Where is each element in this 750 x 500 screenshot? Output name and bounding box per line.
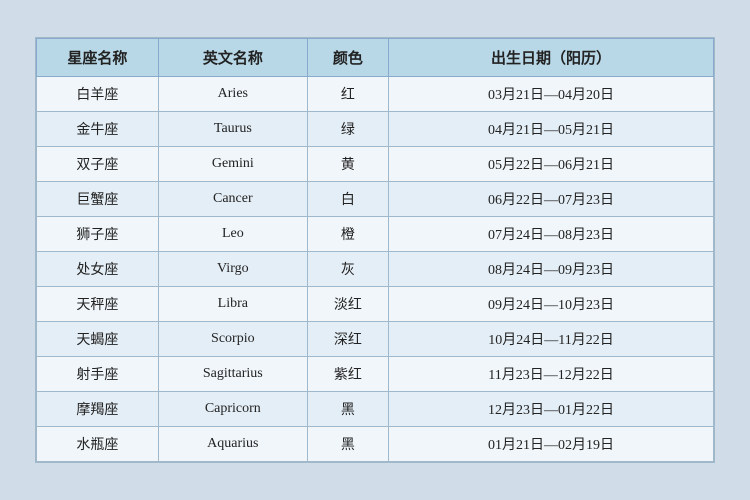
table-row: 水瓶座Aquarius黑01月21日—02月19日 — [37, 427, 714, 462]
cell-en-name: Aries — [158, 77, 307, 112]
cell-date: 08月24日—09月23日 — [389, 252, 714, 287]
cell-cn-name: 天秤座 — [37, 287, 159, 322]
cell-cn-name: 白羊座 — [37, 77, 159, 112]
cell-color: 黄 — [307, 147, 388, 182]
table-row: 天蝎座Scorpio深红10月24日—11月22日 — [37, 322, 714, 357]
cell-cn-name: 天蝎座 — [37, 322, 159, 357]
cell-color: 橙 — [307, 217, 388, 252]
cell-cn-name: 摩羯座 — [37, 392, 159, 427]
cell-color: 绿 — [307, 112, 388, 147]
cell-color: 黑 — [307, 427, 388, 462]
table-row: 白羊座Aries红03月21日—04月20日 — [37, 77, 714, 112]
header-en-name: 英文名称 — [158, 39, 307, 77]
cell-cn-name: 狮子座 — [37, 217, 159, 252]
cell-date: 12月23日—01月22日 — [389, 392, 714, 427]
cell-en-name: Virgo — [158, 252, 307, 287]
cell-en-name: Scorpio — [158, 322, 307, 357]
cell-en-name: Sagittarius — [158, 357, 307, 392]
zodiac-table-container: 星座名称 英文名称 颜色 出生日期（阳历） 白羊座Aries红03月21日—04… — [35, 37, 715, 463]
cell-color: 淡红 — [307, 287, 388, 322]
cell-en-name: Leo — [158, 217, 307, 252]
cell-color: 深红 — [307, 322, 388, 357]
cell-en-name: Gemini — [158, 147, 307, 182]
cell-color: 灰 — [307, 252, 388, 287]
header-date: 出生日期（阳历） — [389, 39, 714, 77]
cell-cn-name: 巨蟹座 — [37, 182, 159, 217]
cell-date: 07月24日—08月23日 — [389, 217, 714, 252]
cell-date: 04月21日—05月21日 — [389, 112, 714, 147]
cell-cn-name: 双子座 — [37, 147, 159, 182]
table-row: 处女座Virgo灰08月24日—09月23日 — [37, 252, 714, 287]
cell-cn-name: 水瓶座 — [37, 427, 159, 462]
cell-en-name: Cancer — [158, 182, 307, 217]
cell-date: 09月24日—10月23日 — [389, 287, 714, 322]
header-cn-name: 星座名称 — [37, 39, 159, 77]
cell-date: 06月22日—07月23日 — [389, 182, 714, 217]
cell-cn-name: 射手座 — [37, 357, 159, 392]
cell-date: 11月23日—12月22日 — [389, 357, 714, 392]
table-row: 射手座Sagittarius紫红11月23日—12月22日 — [37, 357, 714, 392]
zodiac-table: 星座名称 英文名称 颜色 出生日期（阳历） 白羊座Aries红03月21日—04… — [36, 38, 714, 462]
cell-date: 05月22日—06月21日 — [389, 147, 714, 182]
cell-date: 03月21日—04月20日 — [389, 77, 714, 112]
cell-color: 紫红 — [307, 357, 388, 392]
table-row: 巨蟹座Cancer白06月22日—07月23日 — [37, 182, 714, 217]
cell-date: 10月24日—11月22日 — [389, 322, 714, 357]
table-row: 摩羯座Capricorn黑12月23日—01月22日 — [37, 392, 714, 427]
table-row: 双子座Gemini黄05月22日—06月21日 — [37, 147, 714, 182]
cell-cn-name: 处女座 — [37, 252, 159, 287]
cell-cn-name: 金牛座 — [37, 112, 159, 147]
cell-en-name: Libra — [158, 287, 307, 322]
table-row: 天秤座Libra淡红09月24日—10月23日 — [37, 287, 714, 322]
cell-color: 黑 — [307, 392, 388, 427]
cell-en-name: Taurus — [158, 112, 307, 147]
table-header-row: 星座名称 英文名称 颜色 出生日期（阳历） — [37, 39, 714, 77]
cell-color: 红 — [307, 77, 388, 112]
cell-en-name: Capricorn — [158, 392, 307, 427]
header-color: 颜色 — [307, 39, 388, 77]
cell-en-name: Aquarius — [158, 427, 307, 462]
cell-color: 白 — [307, 182, 388, 217]
cell-date: 01月21日—02月19日 — [389, 427, 714, 462]
table-row: 金牛座Taurus绿04月21日—05月21日 — [37, 112, 714, 147]
table-row: 狮子座Leo橙07月24日—08月23日 — [37, 217, 714, 252]
